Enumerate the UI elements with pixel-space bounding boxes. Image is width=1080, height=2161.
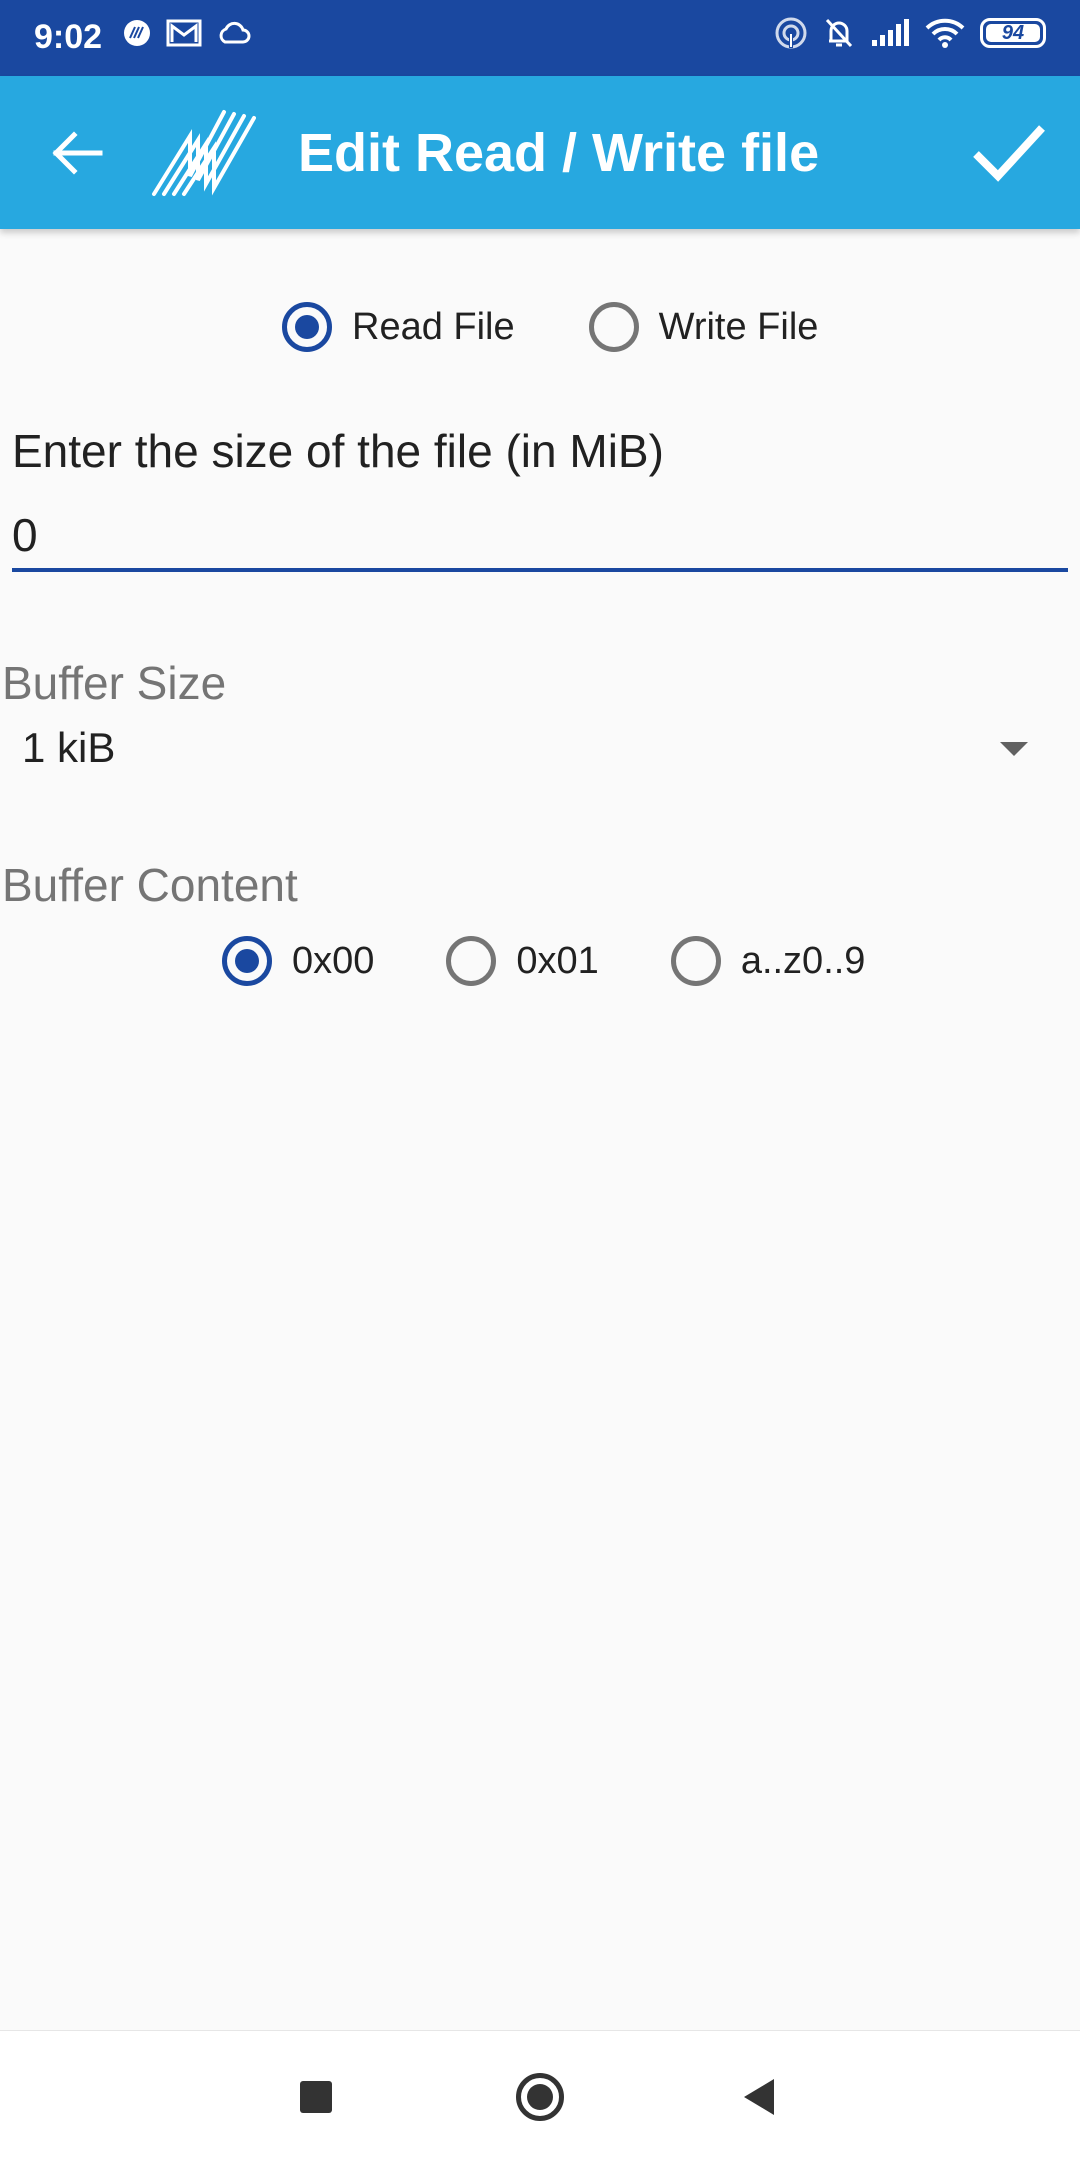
status-system-icons: 94 [774, 16, 1046, 50]
arrow-left-icon[interactable] [40, 116, 114, 190]
wifi-icon [925, 18, 965, 48]
home-icon[interactable] [516, 2073, 564, 2121]
content-0x00-option[interactable]: 0x00 [222, 936, 374, 986]
buffer-content-radio-group: 0x00 0x01 a..z0..9 [222, 936, 865, 986]
cloud-icon [219, 21, 251, 44]
check-icon[interactable] [966, 108, 1052, 194]
read-file-label[interactable]: Read File [352, 306, 515, 349]
gmail-icon [166, 19, 202, 47]
content-0x01-option[interactable]: 0x01 [446, 936, 599, 986]
app-bar: Edit Read / Write file [0, 76, 1080, 229]
signal-icon [872, 19, 909, 46]
status-time: 9:02 [34, 18, 103, 56]
content-alnum-label[interactable]: a..z0..9 [741, 940, 866, 983]
radio-checked-icon[interactable] [222, 936, 272, 986]
content-0x01-label[interactable]: 0x01 [516, 940, 598, 983]
file-size-label: Enter the size of the file (in MiB) [12, 425, 664, 477]
system-nav-bar [0, 2030, 1080, 2161]
content-alnum-option[interactable]: a..z0..9 [670, 936, 866, 986]
app-logo-icon [152, 110, 256, 196]
hotspot-icon [775, 17, 807, 49]
status-notification-icons [122, 18, 252, 48]
status-bar: 9:02 94 [0, 0, 1080, 76]
battery-level: 94 [1001, 21, 1025, 44]
radio-unchecked-icon[interactable] [588, 302, 639, 352]
buffer-content-label: Buffer Content [2, 859, 298, 911]
back-triangle-icon[interactable] [744, 2079, 774, 2115]
radio-checked-icon[interactable] [282, 302, 332, 352]
buffer-size-value[interactable]: 1 kiB [22, 724, 115, 772]
dropdown-arrow-icon[interactable] [1000, 742, 1028, 756]
buffer-size-dropdown[interactable]: 1 kiB [0, 712, 1080, 784]
mode-radio-group: Read File Write File [282, 302, 818, 352]
write-file-option[interactable]: Write File [588, 302, 819, 352]
battery-icon: 94 [980, 18, 1046, 48]
write-file-label[interactable]: Write File [659, 306, 819, 349]
read-file-option[interactable]: Read File [282, 302, 515, 352]
bell-off-icon [825, 18, 853, 48]
page-title: Edit Read / Write file [298, 123, 820, 183]
radio-unchecked-icon[interactable] [670, 936, 721, 986]
content-0x00-label[interactable]: 0x00 [292, 940, 374, 983]
app-notification-icon [124, 20, 150, 46]
file-size-input[interactable] [12, 502, 1068, 572]
radio-unchecked-icon[interactable] [446, 936, 497, 986]
buffer-size-label: Buffer Size [2, 657, 227, 709]
recents-icon[interactable] [300, 2081, 332, 2113]
